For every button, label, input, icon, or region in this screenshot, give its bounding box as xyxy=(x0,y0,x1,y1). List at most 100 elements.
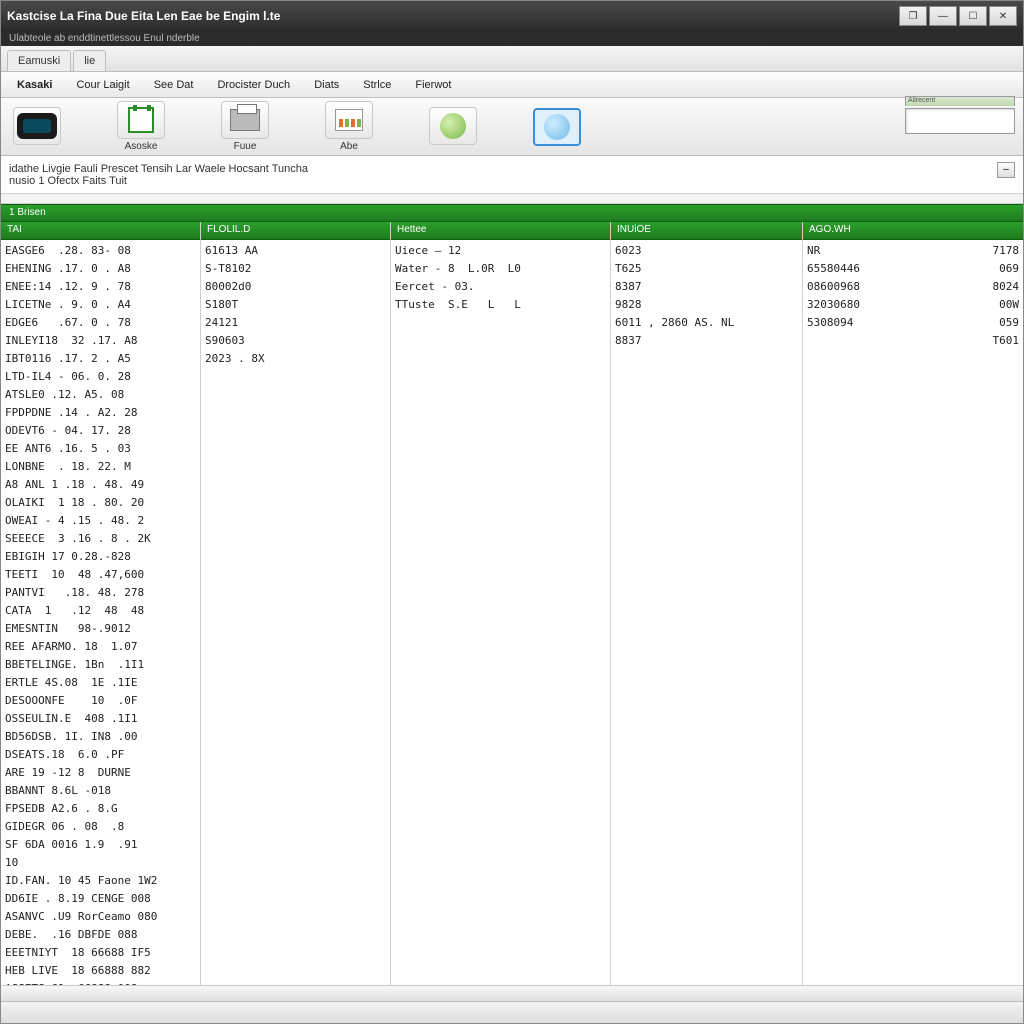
col4-header: AGO.WH xyxy=(803,222,1023,240)
list-item[interactable]: DESOOONFE 10 .0F xyxy=(5,692,196,710)
column-2: Hettee Uiece – 12Water - 8 L.0R L0Eercet… xyxy=(391,222,611,985)
tool-calendar[interactable]: Asoske xyxy=(113,101,169,152)
menu-cour[interactable]: Cour Laigit xyxy=(64,75,141,95)
list-item[interactable]: BD56DSB. 1I. IN8 .00 xyxy=(5,728,196,746)
col1-body[interactable]: 61613 AAS-T810280002d0S180T24121S9060320… xyxy=(201,240,390,985)
list-item[interactable]: OSSEULIN.E 408 .1I1 xyxy=(5,710,196,728)
list-item[interactable]: S-T8102 xyxy=(205,260,386,278)
list-item[interactable]: Uiece – 12 xyxy=(395,242,606,260)
list-item[interactable]: ID.FAN. 10 45 Faone 1W2 xyxy=(5,872,196,890)
list-item[interactable]: ODEVT6 - 04. 17. 28 xyxy=(5,422,196,440)
list-item[interactable]: 65580446069 xyxy=(807,260,1019,278)
list-item[interactable]: TTuste S.E L L xyxy=(395,296,606,314)
list-item[interactable]: S90603 xyxy=(205,332,386,350)
list-item[interactable]: EASGE6 .28. 83- 08 xyxy=(5,242,196,260)
list-item[interactable]: ERTLE 4S.08 1E .1IE xyxy=(5,674,196,692)
list-item[interactable]: EMESNTIN 98-.9012 xyxy=(5,620,196,638)
list-item[interactable]: 61613 AA xyxy=(205,242,386,260)
list-item[interactable]: FPDPDNE .14 . A2. 28 xyxy=(5,404,196,422)
list-item[interactable]: BBANNT 8.6L -018 xyxy=(5,782,196,800)
menu-kasaki[interactable]: Kasaki xyxy=(5,75,64,95)
list-item[interactable]: DD6IE . 8.19 CENGE 008 xyxy=(5,890,196,908)
list-item[interactable]: GIDEGR 06 . 08 .8 xyxy=(5,818,196,836)
list-item[interactable]: 6011 , 2860 AS. NL xyxy=(615,314,798,332)
list-item[interactable]: OLAIKI 1 18 . 80. 20 xyxy=(5,494,196,512)
col3-body[interactable]: 6023T625838798286011 , 2860 AS. NL8837 xyxy=(611,240,802,985)
h-scrollbar[interactable] xyxy=(1,985,1023,1001)
list-item[interactable]: NR7178 xyxy=(807,242,1019,260)
list-item[interactable]: TEETI 10 48 .47,600 xyxy=(5,566,196,584)
col0-body[interactable]: EASGE6 .28. 83- 08EHENING .17. 0 . A8ENE… xyxy=(1,240,200,985)
list-item[interactable]: IBT0116 .17. 2 . A5 xyxy=(5,350,196,368)
list-item[interactable]: EHENING .17. 0 . A8 xyxy=(5,260,196,278)
tool-calendar-label: Asoske xyxy=(125,141,158,152)
list-item[interactable]: OWEAI - 4 .15 . 48. 2 xyxy=(5,512,196,530)
device-icon xyxy=(13,107,61,145)
list-item[interactable]: HEB LIVE 18 66888 882 xyxy=(5,962,196,980)
list-item[interactable]: 6023 xyxy=(615,242,798,260)
list-item[interactable]: SF 6DA 0016 1.9 .91 xyxy=(5,836,196,854)
list-item[interactable]: INLEYI18 32 .17. A8 xyxy=(5,332,196,350)
tab-1[interactable]: lie xyxy=(73,50,106,71)
list-item[interactable]: ENEE:14 .12. 9 . 78 xyxy=(5,278,196,296)
collapse-button[interactable]: – xyxy=(997,162,1015,178)
list-item[interactable]: 8387 xyxy=(615,278,798,296)
list-item[interactable]: CATA 1 .12 48 48 xyxy=(5,602,196,620)
menu-seedat[interactable]: See Dat xyxy=(142,75,206,95)
menu-strice[interactable]: Strlce xyxy=(351,75,403,95)
tool-globe[interactable] xyxy=(425,107,481,147)
list-item[interactable]: Eercet - 03. xyxy=(395,278,606,296)
list-item[interactable]: REE AFARMO. 18 1.07 xyxy=(5,638,196,656)
tool-printer[interactable]: Fuue xyxy=(217,101,273,152)
list-item[interactable]: ATSLE0 .12. A5. 08 xyxy=(5,386,196,404)
tool-device[interactable] xyxy=(9,107,65,147)
search-input[interactable] xyxy=(905,108,1015,134)
list-item[interactable]: DEBE. .16 DBFDE 088 xyxy=(5,926,196,944)
menu-drocister[interactable]: Drocister Duch xyxy=(205,75,302,95)
list-item[interactable]: LONBNE . 18. 22. M xyxy=(5,458,196,476)
list-item[interactable]: 5308094059 xyxy=(807,314,1019,332)
list-item[interactable]: ARE 19 -12 8 DURNE xyxy=(5,764,196,782)
calendar-icon xyxy=(117,101,165,139)
list-item[interactable]: 086009688024 xyxy=(807,278,1019,296)
tool-world[interactable] xyxy=(529,108,585,146)
list-item[interactable]: 10 xyxy=(5,854,196,872)
menu-fierwot[interactable]: Fierwot xyxy=(403,75,463,95)
list-item[interactable]: 80002d0 xyxy=(205,278,386,296)
tool-chart[interactable]: Abe xyxy=(321,101,377,152)
list-item[interactable]: A8 ANL 1 .18 . 48. 49 xyxy=(5,476,196,494)
menu-diats[interactable]: Diats xyxy=(302,75,351,95)
close-button[interactable]: ✕ xyxy=(989,6,1017,26)
list-item[interactable]: 3203068000W xyxy=(807,296,1019,314)
list-item[interactable]: EEETNIYT 18 66688 IF5 xyxy=(5,944,196,962)
list-item[interactable]: T601 xyxy=(807,332,1019,350)
list-item[interactable]: S180T xyxy=(205,296,386,314)
list-item[interactable]: 24121 xyxy=(205,314,386,332)
tab-0[interactable]: Eamuski xyxy=(7,50,71,71)
list-item[interactable]: Water - 8 L.0R L0 xyxy=(395,260,606,278)
list-item[interactable]: 2023 . 8X xyxy=(205,350,386,368)
section-header: 1 Brisen xyxy=(1,204,1023,222)
list-item[interactable]: EBIGIH 17 0.28.-828 xyxy=(5,548,196,566)
minimize-button[interactable]: — xyxy=(929,6,957,26)
titlebar: Kastcise La Fina Due Eita Len Eae be Eng… xyxy=(1,1,1023,31)
list-item[interactable]: EDGE6 .67. 0 . 78 xyxy=(5,314,196,332)
list-item[interactable]: EE ANT6 .16. 5 . 03 xyxy=(5,440,196,458)
list-item[interactable]: 9828 xyxy=(615,296,798,314)
col4-body[interactable]: NR7178655804460690860096880243203068000W… xyxy=(803,240,1023,985)
list-item[interactable]: BBETELINGE. 1Bn .1I1 xyxy=(5,656,196,674)
list-item[interactable]: ASANVC .U9 RorCeamo 080 xyxy=(5,908,196,926)
list-item[interactable]: PANTVI .18. 48. 278 xyxy=(5,584,196,602)
list-item[interactable]: SEEECE 3 .16 . 8 . 2K xyxy=(5,530,196,548)
printer-icon xyxy=(221,101,269,139)
list-item[interactable]: 8837 xyxy=(615,332,798,350)
h-scrollbar-track xyxy=(1,986,1023,1001)
maximize-button[interactable]: ☐ xyxy=(959,6,987,26)
list-item[interactable]: LTD-IL4 - 06. 0. 28 xyxy=(5,368,196,386)
col2-body[interactable]: Uiece – 12Water - 8 L.0R L0Eercet - 03.T… xyxy=(391,240,610,985)
list-item[interactable]: DSEATS.18 6.0 .PF xyxy=(5,746,196,764)
list-item[interactable]: LICETNe . 9. 0 . A4 xyxy=(5,296,196,314)
extra-window-button[interactable]: ❐ xyxy=(899,6,927,26)
list-item[interactable]: FPSEDB A2.6 . 8.G xyxy=(5,800,196,818)
list-item[interactable]: T625 xyxy=(615,260,798,278)
